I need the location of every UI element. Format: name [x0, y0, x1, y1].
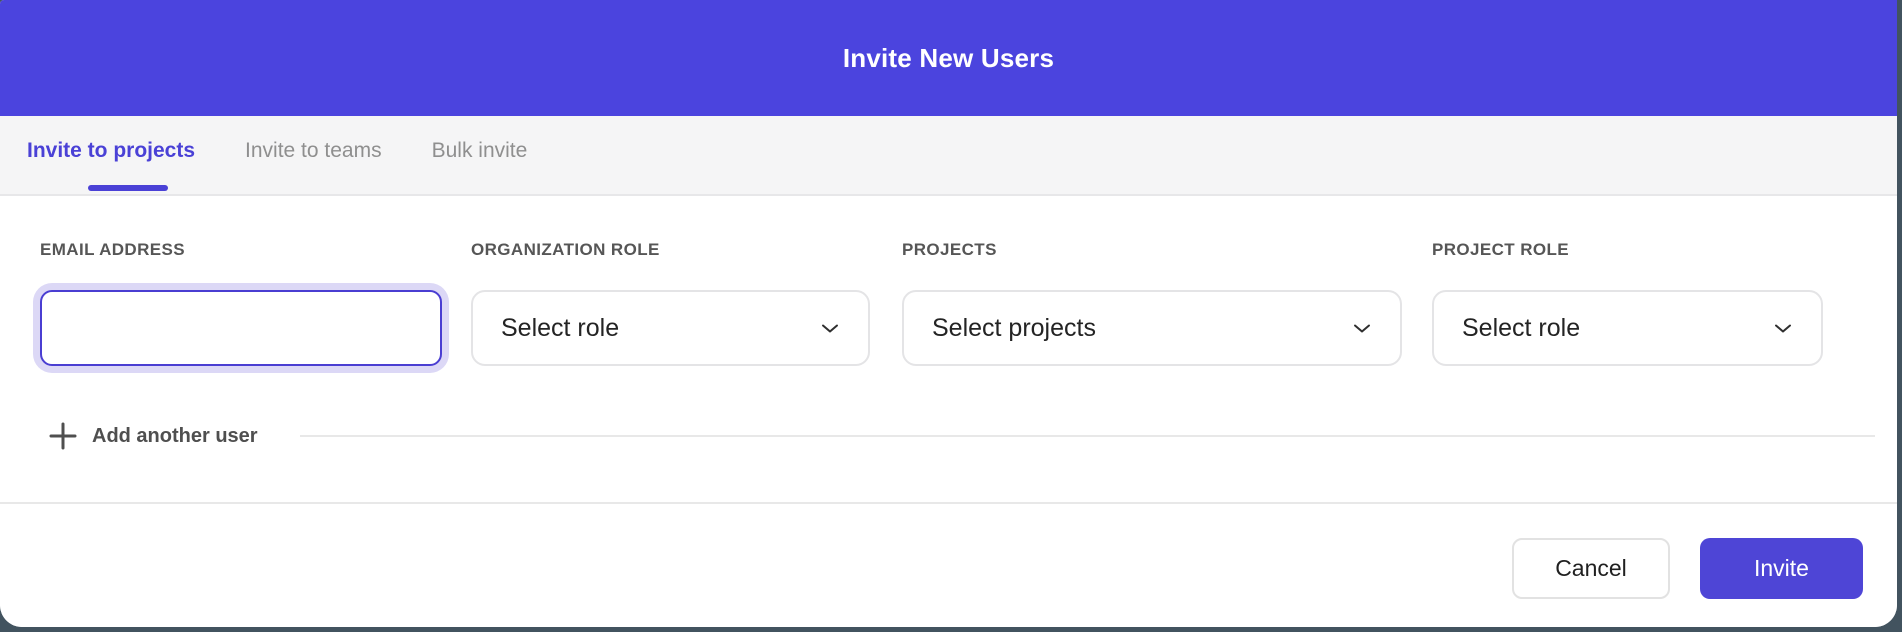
- tab-invite-to-projects[interactable]: Invite to projects: [27, 139, 195, 163]
- email-address-label: EMAIL ADDRESS: [40, 240, 185, 260]
- tab-invite-to-teams[interactable]: Invite to teams: [245, 139, 382, 163]
- project-role-select-value: Select role: [1462, 314, 1580, 343]
- dialog-header: Invite New Users: [0, 0, 1897, 116]
- project-role-select[interactable]: Select role: [1432, 290, 1823, 366]
- add-user-divider: [300, 435, 1875, 437]
- chevron-down-icon: [818, 316, 842, 340]
- invite-new-users-dialog: Invite New Users Invite to projects Invi…: [0, 0, 1897, 627]
- add-another-user-label: Add another user: [92, 425, 258, 448]
- organization-role-select[interactable]: Select role: [471, 290, 870, 366]
- active-tab-indicator: [88, 185, 168, 191]
- invite-form: EMAIL ADDRESS ORGANIZATION ROLE PROJECTS…: [0, 198, 1897, 502]
- dialog-footer: Cancel Invite: [0, 502, 1897, 627]
- chevron-down-icon: [1771, 316, 1795, 340]
- dialog-title: Invite New Users: [843, 43, 1054, 74]
- add-another-user-button[interactable]: Add another user: [48, 410, 258, 462]
- projects-select-value: Select projects: [932, 314, 1096, 343]
- tab-bar: Invite to projects Invite to teams Bulk …: [0, 116, 1897, 196]
- project-role-label: PROJECT ROLE: [1432, 240, 1569, 260]
- projects-select[interactable]: Select projects: [902, 290, 1402, 366]
- add-user-row: Add another user: [0, 410, 1897, 462]
- chevron-down-icon: [1350, 316, 1374, 340]
- cancel-button[interactable]: Cancel: [1512, 538, 1670, 599]
- projects-label: PROJECTS: [902, 240, 997, 260]
- tab-bulk-invite[interactable]: Bulk invite: [432, 139, 528, 163]
- invite-button[interactable]: Invite: [1700, 538, 1863, 599]
- organization-role-select-value: Select role: [501, 314, 619, 343]
- plus-icon: [48, 421, 78, 451]
- email-address-input[interactable]: [40, 290, 442, 366]
- organization-role-label: ORGANIZATION ROLE: [471, 240, 660, 260]
